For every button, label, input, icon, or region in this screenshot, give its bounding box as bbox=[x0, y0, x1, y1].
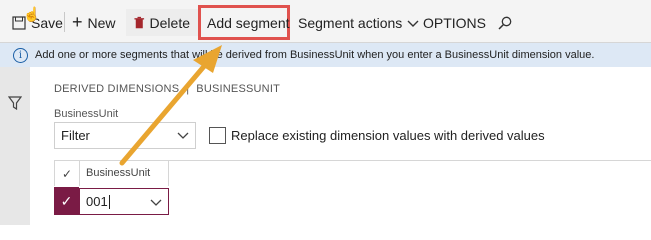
chevron-down-icon bbox=[407, 20, 419, 27]
column-header-businessunit[interactable]: BusinessUnit bbox=[86, 167, 150, 179]
filter-dropdown[interactable]: Filter bbox=[54, 122, 196, 149]
mouse-pointer-icon: ☝ bbox=[23, 6, 41, 22]
breadcrumb-parent[interactable]: DERIVED DIMENSIONS bbox=[54, 83, 179, 95]
breadcrumb-current: BUSINESSUNIT bbox=[196, 83, 280, 95]
options-label: OPTIONS bbox=[423, 14, 487, 31]
chevron-down-icon bbox=[177, 132, 189, 139]
text-caret bbox=[108, 194, 110, 209]
options-button[interactable]: OPTIONS bbox=[423, 9, 486, 36]
replace-values-checkbox[interactable] bbox=[209, 127, 226, 144]
search-button[interactable] bbox=[498, 9, 512, 36]
filter-field-label: BusinessUnit bbox=[54, 108, 119, 120]
search-icon bbox=[498, 16, 512, 30]
new-button[interactable]: + New bbox=[72, 9, 116, 36]
filter-dropdown-value: Filter bbox=[61, 128, 90, 143]
segments-grid: ✓ BusinessUnit ✓ 001 bbox=[54, 160, 651, 225]
new-label: New bbox=[87, 14, 116, 31]
trash-icon bbox=[134, 16, 145, 28]
businessunit-cell-value: 001 bbox=[86, 194, 108, 209]
businessunit-cell-input[interactable]: 001 bbox=[79, 188, 169, 215]
select-all-checkmark-icon[interactable]: ✓ bbox=[55, 161, 80, 186]
info-icon: i bbox=[13, 47, 28, 63]
add-segment-label: Add segment bbox=[207, 14, 290, 31]
info-message-bar: i Add one or more segments that will be … bbox=[0, 43, 651, 67]
filter-icon[interactable] bbox=[8, 96, 22, 110]
segment-actions-menu[interactable]: Segment actions bbox=[298, 9, 419, 36]
info-message: Add one or more segments that will be de… bbox=[35, 49, 595, 61]
plus-icon: + bbox=[72, 12, 83, 32]
toolbar-divider bbox=[64, 12, 65, 32]
row-selected-checkmark-icon[interactable]: ✓ bbox=[54, 187, 79, 215]
breadcrumb-separator: | bbox=[186, 83, 190, 95]
grid-header: ✓ BusinessUnit bbox=[54, 161, 169, 186]
delete-button[interactable]: Delete bbox=[126, 9, 198, 36]
delete-label: Delete bbox=[149, 14, 190, 31]
replace-values-label: Replace existing dimension values with d… bbox=[231, 128, 545, 143]
chevron-down-icon[interactable] bbox=[150, 196, 162, 208]
filter-pane-gutter bbox=[0, 67, 30, 225]
add-segment-button[interactable]: Add segment bbox=[207, 9, 290, 36]
action-toolbar: Save ☝ + New Delete Add segment Segment … bbox=[0, 0, 651, 43]
breadcrumb: DERIVED DIMENSIONS | BUSINESSUNIT bbox=[54, 83, 280, 95]
segment-actions-label: Segment actions bbox=[298, 14, 403, 31]
